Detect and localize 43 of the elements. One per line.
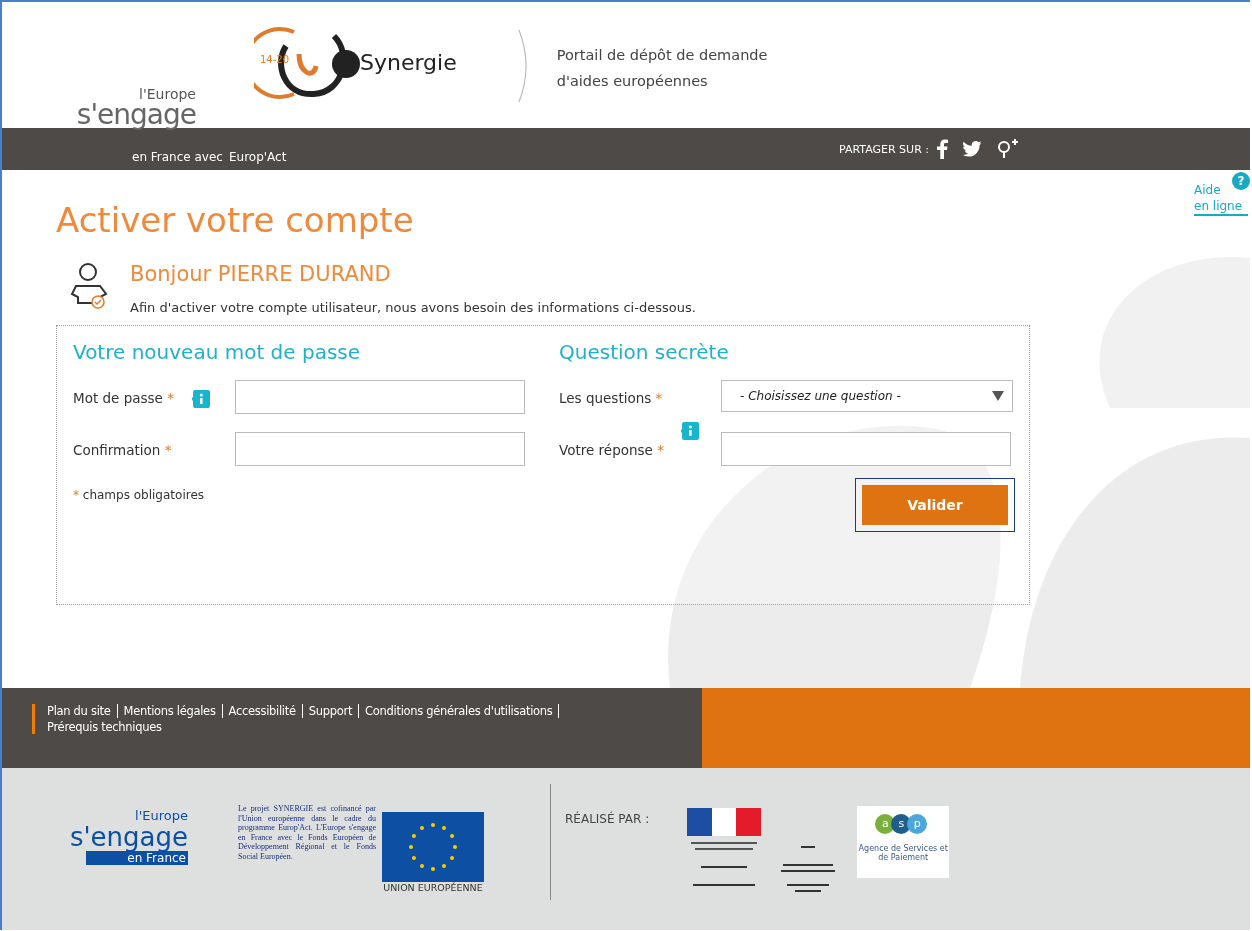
eu-notice-text: Le projet SYNERGIE est cofinancé par l'Union européenne dans le cadre du programme Europ'Act. L'Europe s'engage en France avec le Fonds Européen de Développement Régional et le Fonds Social Européen. <box>238 804 376 862</box>
intro-text: Afin d'activer votre compte utilisateur, nous avons besoin des informations ci-dessous. <box>130 300 696 315</box>
footer-link[interactable]: Conditions générales d'utilisations <box>359 704 560 718</box>
field-label: Mot de passe * <box>73 390 174 406</box>
question-dropdown[interactable]: - Choisissez une question - <box>721 380 1013 412</box>
page-title: Activer votre compte <box>56 200 414 240</box>
google-plus-icon[interactable] <box>996 138 1020 160</box>
twitter-icon[interactable] <box>962 141 982 157</box>
section-title: Question secrète <box>559 340 730 364</box>
field-label: Votre réponse * <box>559 442 664 458</box>
footer-link[interactable]: Plan du site <box>47 704 118 718</box>
logo-text: Synergie <box>360 49 457 75</box>
share-label: PARTAGER SUR : <box>839 142 929 156</box>
footer-link[interactable]: Prérequis techniques <box>47 720 168 734</box>
logo-text: l'Europe <box>139 86 196 102</box>
logo-text: s'engage <box>69 823 188 851</box>
logo-text: en France avec <box>132 150 223 164</box>
logo-text: Europ'Act <box>228 150 287 164</box>
field-label: Confirmation * <box>73 442 172 458</box>
user-check-icon <box>70 262 110 310</box>
eu-label: UNION EUROPÉENNE <box>383 882 483 893</box>
info-icon[interactable] <box>191 390 210 411</box>
section-title: Votre nouveau mot de passe <box>73 340 362 364</box>
footer-link[interactable]: Mentions légales <box>117 704 223 718</box>
portal-tagline: Portail de dépôt de demande d'aides européennes <box>556 46 769 91</box>
password-field[interactable] <box>235 380 525 414</box>
dropdown-caret-icon <box>992 391 1004 401</box>
made-by-label: RÉALISÉ PAR : <box>565 812 650 826</box>
info-icon[interactable] <box>681 422 699 443</box>
password-field[interactable] <box>235 432 525 466</box>
logo-text: s'engage <box>76 102 196 128</box>
asp-logo: a s p Agence de Services et de Paiement <box>857 806 950 878</box>
logo-text: l'Europe <box>135 808 188 823</box>
logo-text: en France <box>86 851 188 865</box>
greeting: Bonjour PIERRE DURAND <box>130 262 392 286</box>
field-label: Les questions * <box>559 390 663 406</box>
help-icon: ? <box>1232 172 1250 190</box>
eu-flag-icon <box>382 812 484 882</box>
footer-link[interactable]: Support <box>302 704 360 718</box>
answer-field[interactable] <box>721 432 1011 466</box>
required-note: * champs obligatoires <box>73 488 205 502</box>
facebook-icon[interactable] <box>937 139 948 159</box>
footer-link[interactable]: Accessibilité <box>222 704 303 718</box>
